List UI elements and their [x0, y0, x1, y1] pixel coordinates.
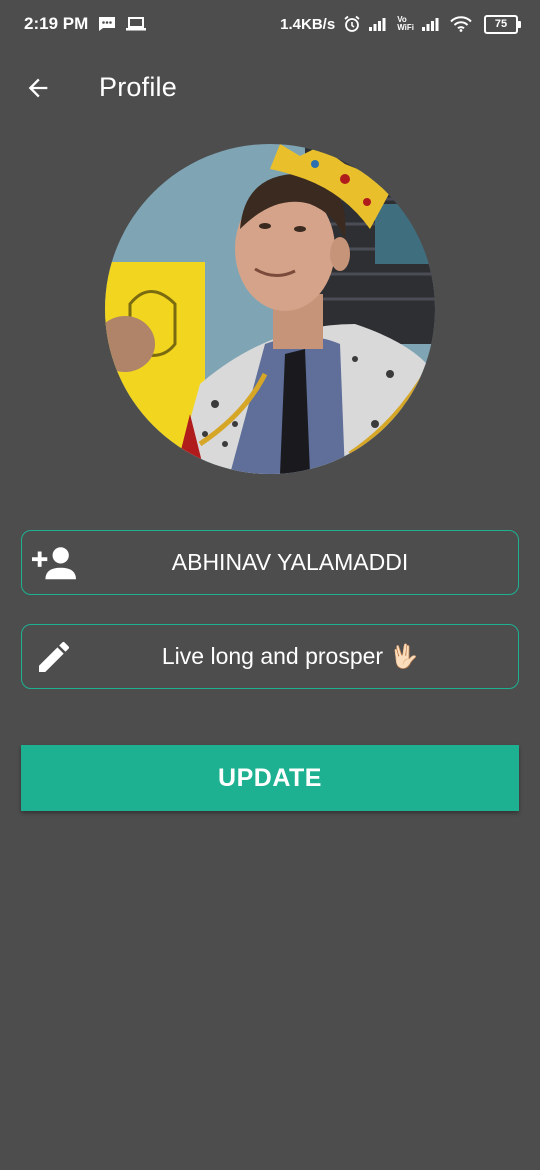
signal-icon	[369, 17, 389, 31]
battery-level: 75	[494, 18, 508, 30]
status-left: 2:19 PM	[24, 14, 147, 34]
status-bar: 2:19 PM 1.4KB/s Vo WiFi 75	[0, 0, 540, 48]
status-time: 2:19 PM	[24, 14, 89, 33]
page-title: Profile	[99, 72, 177, 102]
edit-pencil-icon	[32, 635, 76, 679]
vowifi-indicator: Vo WiFi	[397, 16, 414, 32]
signal-icon-2	[422, 17, 442, 31]
laptop-icon	[126, 17, 147, 31]
profile-avatar[interactable]	[105, 144, 435, 474]
alarm-icon	[343, 15, 361, 33]
app-bar: Profile	[0, 56, 540, 120]
back-button[interactable]	[20, 70, 56, 106]
status-field[interactable]: Live long and prosper 🖖🏻	[21, 624, 519, 689]
wifi-icon	[450, 16, 472, 32]
name-value: ABHINAV YALAMADDI	[171, 549, 409, 575]
status-value: Live long and prosper 🖖🏻	[161, 643, 419, 669]
avatar-photo	[105, 144, 435, 474]
message-icon	[98, 16, 116, 32]
arrow-back-icon	[28, 78, 48, 98]
status-right: 1.4KB/s Vo WiFi 75	[280, 14, 521, 34]
name-field[interactable]: ABHINAV YALAMADDI	[21, 530, 519, 595]
wifi-label: WiFi	[397, 23, 414, 32]
battery-indicator: 75	[484, 14, 521, 34]
person-add-icon	[32, 541, 76, 585]
network-speed: 1.4KB/s	[280, 15, 336, 33]
update-button-label: UPDATE	[218, 763, 322, 792]
update-button[interactable]: UPDATE	[21, 745, 519, 811]
